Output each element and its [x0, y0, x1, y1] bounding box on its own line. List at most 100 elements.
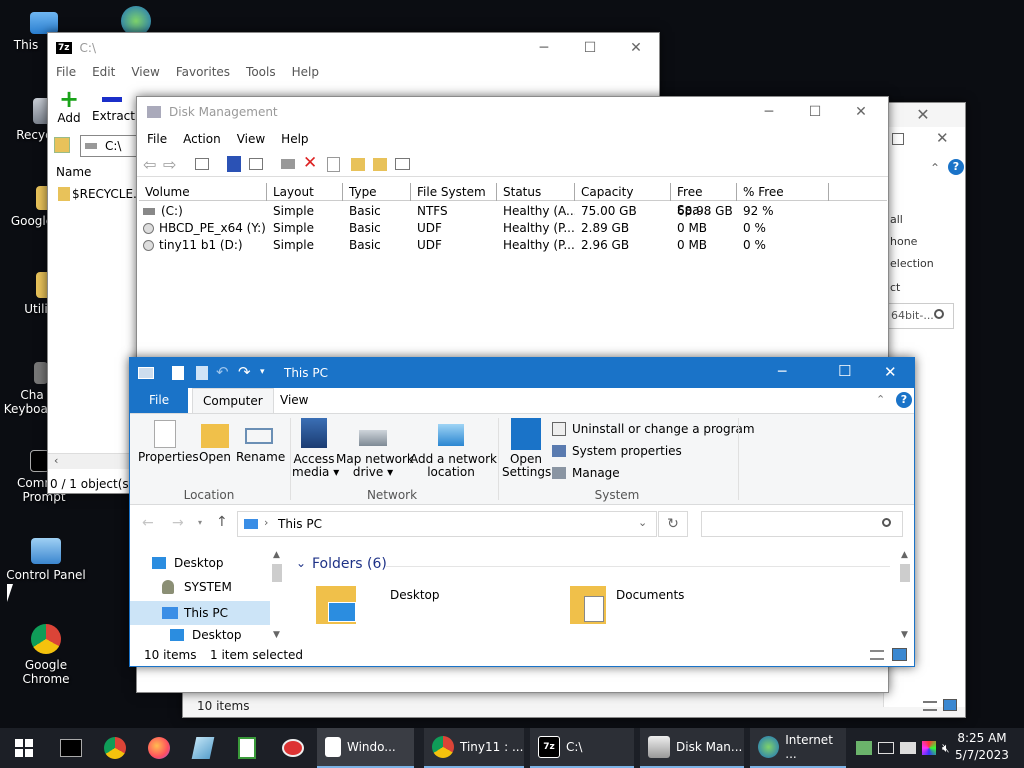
horizontal-scrollbar[interactable]: ‹: [48, 453, 138, 469]
back-arrow-icon[interactable]: ⇦: [143, 155, 156, 174]
menu-favorites[interactable]: Favorites: [168, 65, 238, 79]
console-tree-icon[interactable]: [195, 158, 209, 170]
taskbar-task-disk-management[interactable]: Disk Man...: [640, 728, 744, 768]
tray-network-icon[interactable]: [878, 742, 894, 754]
qat-dropdown-icon[interactable]: ▾: [260, 367, 265, 377]
open-settings-button[interactable]: Open Settings: [502, 418, 551, 479]
desktop-icon-control-panel[interactable]: Control Panel: [2, 538, 90, 582]
column-percent-free[interactable]: % Free: [737, 183, 829, 201]
folders-header[interactable]: Folders (6): [312, 556, 387, 572]
list-view-icon[interactable]: [249, 158, 263, 170]
scroll-down-icon[interactable]: ▼: [273, 630, 280, 640]
scroll-down-icon[interactable]: ▼: [901, 630, 908, 640]
taskbar-task-7zip[interactable]: 7z C:\: [530, 728, 634, 768]
close-button[interactable]: ✕: [884, 363, 897, 381]
tray-color-icon[interactable]: [922, 741, 936, 755]
taskbar-pin-firefox[interactable]: [144, 728, 174, 768]
menu-help[interactable]: Help: [284, 65, 327, 79]
taskbar-pin-cmd[interactable]: [56, 728, 86, 768]
table-row[interactable]: (C:) Simple Basic NTFS Healthy (A... 75.…: [139, 203, 887, 220]
clock[interactable]: 8:25 AM 5/7/2023: [952, 730, 1012, 764]
checklist-icon[interactable]: [327, 157, 340, 172]
connect-icon[interactable]: [281, 159, 295, 169]
menu-tools[interactable]: Tools: [238, 65, 284, 79]
scroll-thumb[interactable]: [900, 564, 910, 582]
search-icon[interactable]: [934, 309, 944, 319]
menu-view[interactable]: View: [229, 132, 273, 146]
nav-item-this-pc[interactable]: This PC: [130, 601, 270, 625]
menu-edit[interactable]: Edit: [84, 65, 123, 79]
explorer-titlebar[interactable]: ↶ ↷ ▾ This PC ─ ☐ ✕: [130, 358, 914, 388]
uninstall-program-button[interactable]: Uninstall or change a program: [552, 420, 755, 438]
ie-item[interactable]: hone: [890, 235, 917, 248]
search-box[interactable]: [701, 511, 903, 537]
ie-close-icon[interactable]: ✕: [936, 129, 949, 147]
column-volume[interactable]: Volume: [139, 183, 267, 201]
undo-icon[interactable]: ↶: [216, 363, 229, 381]
taskbar-task-chrome[interactable]: Tiny11 : ...: [424, 728, 524, 768]
taskbar-pin-spreadsheet[interactable]: [232, 728, 262, 768]
menu-action[interactable]: Action: [175, 132, 229, 146]
column-status[interactable]: Status: [497, 183, 575, 201]
up-button[interactable]: ↑: [216, 514, 228, 530]
volume-muted-icon[interactable]: 🔇︎: [942, 741, 950, 756]
chevron-up-icon[interactable]: ⌃: [876, 393, 885, 406]
forward-arrow-icon[interactable]: ⇨: [163, 155, 176, 174]
column-name[interactable]: Name: [56, 165, 91, 179]
scroll-up-icon[interactable]: ▲: [901, 550, 908, 560]
scroll-up-icon[interactable]: ▲: [273, 550, 280, 560]
redo-icon[interactable]: ↷: [238, 363, 251, 381]
delete-icon[interactable]: ✕: [303, 153, 317, 173]
file-row[interactable]: $RECYCLE.B: [72, 187, 145, 201]
tray-network-app-icon[interactable]: [856, 741, 872, 755]
large-icons-view-icon[interactable]: [943, 699, 957, 711]
maximize-button[interactable]: ☐: [792, 97, 838, 127]
menu-file[interactable]: File: [137, 132, 175, 146]
minimize-button[interactable]: ─: [746, 97, 792, 127]
tray-monitor-icon[interactable]: [900, 742, 916, 754]
extract-button[interactable]: Extract: [92, 89, 135, 123]
scroll-left-icon[interactable]: ‹: [54, 454, 58, 467]
taskbar-pin-chrome[interactable]: [100, 728, 130, 768]
refresh-button[interactable]: ↻: [658, 511, 688, 537]
rename-button[interactable]: Rename: [236, 420, 285, 464]
taskbar-pin-tool[interactable]: [278, 728, 308, 768]
table-row[interactable]: HBCD_PE_x64 (Y:) Simple Basic UDF Health…: [139, 220, 887, 237]
properties-icon[interactable]: [395, 158, 410, 170]
open-button[interactable]: Open: [194, 420, 236, 464]
folder-item-desktop[interactable]: Desktop: [316, 586, 466, 630]
back-button[interactable]: ←: [142, 515, 154, 531]
properties-button[interactable]: Properties: [138, 420, 199, 464]
up-folder-icon[interactable]: [54, 137, 70, 153]
column-type[interactable]: Type: [343, 183, 411, 201]
tab-file[interactable]: File: [130, 388, 189, 413]
ie-item[interactable]: all: [890, 213, 903, 226]
large-icons-view-icon[interactable]: [892, 648, 907, 661]
table-row[interactable]: tiny11 b1 (D:) Simple Basic UDF Healthy …: [139, 237, 887, 254]
minimize-button[interactable]: ─: [521, 33, 567, 63]
menu-file[interactable]: File: [48, 65, 84, 79]
content-scrollbar[interactable]: ▲ ▼: [898, 550, 912, 640]
forward-button[interactable]: →: [172, 515, 184, 531]
taskbar-task-notepad[interactable]: Windo...: [317, 728, 414, 768]
chevron-up-icon[interactable]: ⌃: [930, 161, 940, 175]
sevenzip-path-box[interactable]: C:\: [80, 135, 138, 157]
menu-view[interactable]: View: [123, 65, 167, 79]
map-network-drive-button[interactable]: Map network drive ▾: [336, 418, 414, 479]
nav-scrollbar[interactable]: ▲ ▼: [270, 550, 284, 640]
address-bar[interactable]: › This PC ⌄: [237, 511, 657, 537]
details-view-icon[interactable]: [870, 650, 884, 660]
help-book-icon[interactable]: [227, 156, 241, 172]
start-button[interactable]: [0, 728, 48, 768]
folder-up-icon[interactable]: [351, 158, 365, 171]
column-file-system[interactable]: File System: [411, 183, 497, 201]
access-media-button[interactable]: Access media ▾: [292, 418, 339, 479]
taskbar-task-internet[interactable]: Internet ...: [750, 728, 846, 768]
add-button[interactable]: + Add: [54, 87, 84, 125]
maximize-button[interactable]: ☐: [838, 362, 851, 380]
tab-view[interactable]: View: [270, 388, 318, 413]
details-view-icon[interactable]: [923, 701, 937, 711]
help-icon[interactable]: ?: [896, 392, 912, 408]
scroll-thumb[interactable]: [272, 564, 282, 582]
explorer-window[interactable]: ↶ ↷ ▾ This PC ─ ☐ ✕ File Computer View ⌃…: [129, 357, 915, 667]
